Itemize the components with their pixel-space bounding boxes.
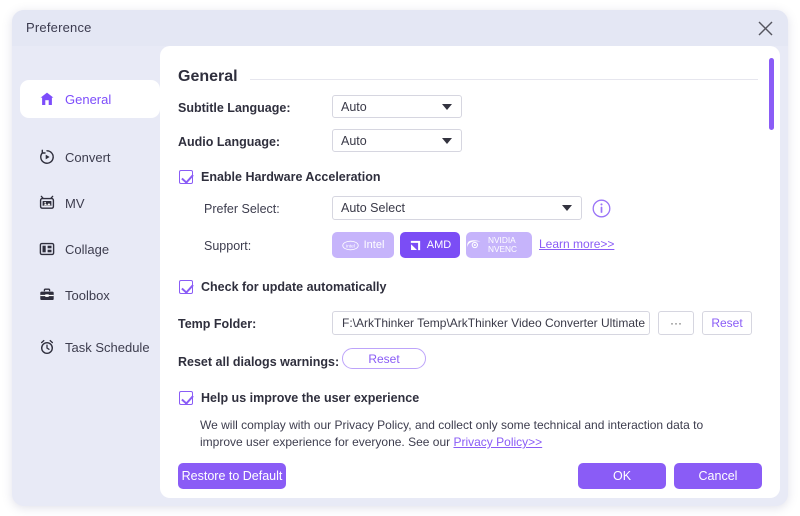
amd-logo-icon [409,239,422,252]
reset-dialogs-label: Reset all dialogs warnings: [178,355,340,369]
collage-icon [38,240,56,258]
audio-language-select[interactable]: Auto [332,129,462,152]
nvidia-logo-icon [466,239,483,251]
prefer-select-value: Auto Select [341,201,405,215]
mv-icon [38,194,56,212]
sidebar-item-label: Task Schedule [65,339,150,355]
temp-folder-reset-button[interactable]: Reset [702,311,752,335]
temp-folder-label: Temp Folder: [178,317,257,331]
chevron-down-icon [442,103,452,110]
sidebar-item-toolbox[interactable]: Toolbox [20,276,160,314]
sidebar-item-mv[interactable]: MV [20,184,160,222]
support-badge-intel[interactable]: intel Intel [332,232,394,258]
window-title: Preference [26,20,92,35]
sidebar-item-collage[interactable]: Collage [20,230,160,268]
temp-folder-value: F:\ArkThinker Temp\ArkThinker Video Conv… [342,316,645,330]
check-update-checkbox[interactable]: Check for update automatically [179,280,386,294]
support-badge-amd[interactable]: AMD [400,232,460,258]
content-panel: General Subtitle Language: Auto Audio La… [160,46,780,498]
check-update-label: Check for update automatically [201,280,387,294]
page-title: General [178,68,238,85]
intel-logo-icon: intel [341,240,359,251]
enable-hardware-acceleration-checkbox[interactable]: Enable Hardware Acceleration [179,170,380,184]
subtitle-language-select[interactable]: Auto [332,95,462,118]
learn-more-link[interactable]: Learn more>> [539,237,614,251]
audio-language-value: Auto [341,133,367,148]
section-header: General [178,66,758,88]
alarm-clock-icon [38,338,56,356]
header-divider [249,78,758,80]
checkbox-check-icon [179,280,193,294]
sidebar-item-label: Convert [65,149,111,165]
chevron-down-icon [442,137,452,144]
sidebar-item-label: General [65,91,112,107]
scrollbar-thumb[interactable] [769,58,774,130]
support-badge-nvidia-nvenc[interactable]: NVIDIA NVENC [466,232,532,258]
prefer-select-dropdown[interactable]: Auto Select [332,196,582,220]
privacy-policy-link[interactable]: Privacy Policy>> [453,435,542,449]
improve-experience-label: Help us improve the user experience [201,391,420,405]
svg-text:intel: intel [346,243,355,249]
enable-hardware-acceleration-label: Enable Hardware Acceleration [201,170,381,184]
temp-folder-input[interactable]: F:\ArkThinker Temp\ArkThinker Video Conv… [332,311,650,335]
close-icon[interactable] [752,15,778,41]
chevron-down-icon [562,205,572,211]
sidebar-item-general[interactable]: General [20,80,160,118]
support-badge-label: AMD [426,239,452,251]
audio-language-label: Audio Language: [178,135,281,149]
home-icon [38,90,56,108]
support-badge-label: Intel [363,239,385,251]
checkbox-check-icon [179,170,193,184]
support-badge-label: NVIDIA NVENC [488,235,518,254]
sidebar-item-label: MV [65,195,85,211]
improve-experience-checkbox[interactable]: Help us improve the user experience [179,391,419,405]
sidebar: General Convert MV Collage Toolbox Task … [20,46,160,498]
reset-dialogs-button[interactable]: Reset [342,348,426,369]
temp-folder-browse-button[interactable]: ··· [658,311,694,335]
preference-dialog: Preference General Convert MV Collage To… [12,10,788,506]
sidebar-item-task-schedule[interactable]: Task Schedule [20,328,160,366]
privacy-description-text: We will complay with our Privacy Policy,… [200,418,704,449]
subtitle-language-label: Subtitle Language: [178,101,291,115]
convert-icon [38,148,56,166]
ok-button[interactable]: OK [578,463,666,489]
privacy-description: We will complay with our Privacy Policy,… [200,417,735,451]
sidebar-item-label: Toolbox [65,287,110,303]
checkbox-check-icon [179,391,193,405]
sidebar-item-label: Collage [65,241,110,257]
toolbox-icon [38,286,56,304]
subtitle-language-value: Auto [341,99,367,114]
title-bar: Preference [12,10,788,46]
restore-to-default-button[interactable]: Restore to Default [178,463,286,489]
prefer-select-label: Prefer Select: [204,202,280,216]
info-icon[interactable] [592,199,611,223]
sidebar-item-convert[interactable]: Convert [20,138,160,176]
support-label: Support: [204,239,252,253]
cancel-button[interactable]: Cancel [674,463,762,489]
